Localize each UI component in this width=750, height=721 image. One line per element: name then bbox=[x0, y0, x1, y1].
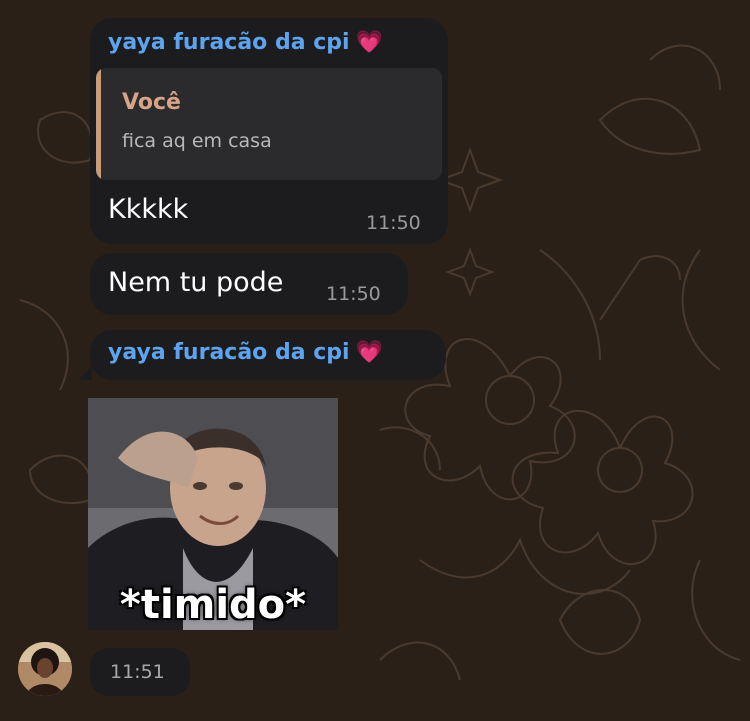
reply-text: fica aq em casa bbox=[122, 130, 272, 152]
message-time: 11:51 bbox=[110, 661, 165, 683]
sender-name[interactable]: yaya furacão da cpi 💗 bbox=[108, 340, 383, 365]
heart-emoji-icon: 💗 bbox=[355, 30, 383, 55]
reply-author: Você bbox=[122, 90, 181, 115]
sticker-time-bubble: 11:51 bbox=[90, 648, 190, 696]
message-text: Kkkkk bbox=[108, 194, 189, 225]
sender-header-bubble[interactable]: yaya furacão da cpi 💗 bbox=[90, 330, 446, 380]
sticker-image[interactable]: *timido* bbox=[88, 398, 338, 630]
reply-quote-bar bbox=[96, 68, 101, 180]
sticker-caption: *timido* bbox=[119, 582, 307, 628]
heart-emoji-icon: 💗 bbox=[355, 340, 383, 365]
avatar[interactable] bbox=[18, 642, 72, 696]
message-time: 11:50 bbox=[366, 212, 421, 234]
message-text: Nem tu pode bbox=[108, 267, 284, 298]
bubble-tail bbox=[78, 366, 92, 380]
message-time: 11:50 bbox=[326, 283, 381, 305]
avatar-illustration bbox=[18, 642, 72, 696]
reply-quote[interactable]: Você fica aq em casa bbox=[96, 68, 442, 180]
sender-name[interactable]: yaya furacão da cpi 💗 bbox=[108, 30, 383, 55]
message-bubble-1[interactable]: yaya furacão da cpi 💗 Você fica aq em cas… bbox=[90, 18, 448, 244]
message-bubble-2[interactable]: Nem tu pode 11:50 bbox=[90, 253, 408, 315]
